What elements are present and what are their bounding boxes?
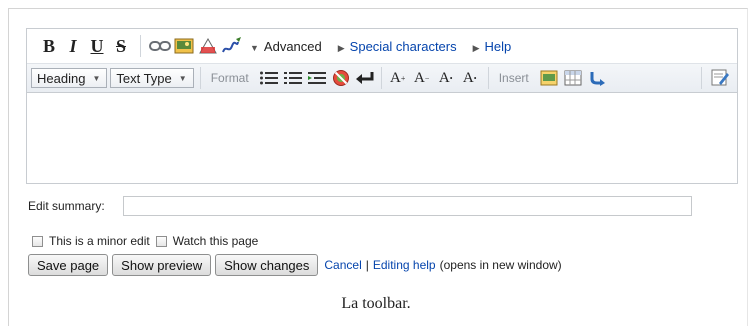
underline-button[interactable]: U: [85, 34, 109, 58]
bulleted-list-icon[interactable]: [258, 67, 280, 89]
show-preview-button[interactable]: Show preview: [112, 254, 212, 276]
toolbar-divider: [380, 67, 382, 89]
big-text-letter: A: [390, 69, 401, 86]
advanced-menu-label: Advanced: [263, 38, 322, 54]
advanced-menu[interactable]: ▼ Advanced: [250, 39, 322, 54]
edit-summary-input[interactable]: [123, 196, 692, 216]
heading-dropdown-label: Heading: [37, 70, 86, 86]
superscript-letter: A: [438, 69, 450, 86]
save-page-button[interactable]: Save page: [28, 254, 109, 276]
signature-icon[interactable]: [221, 35, 243, 57]
toolbar-divider: [701, 67, 702, 89]
text-type-dropdown-label: Text Type: [116, 70, 172, 86]
edit-buttons: Save page Show preview Show changes Canc…: [28, 254, 562, 276]
italic-button[interactable]: I: [61, 34, 85, 58]
search-replace-icon[interactable]: [709, 67, 731, 89]
subscript-letter: A: [462, 69, 474, 86]
link-icon[interactable]: [149, 35, 171, 57]
chevron-down-icon: ▼: [92, 73, 101, 83]
editing-help-link[interactable]: Editing help: [373, 258, 436, 272]
embedded-file-icon[interactable]: [173, 35, 195, 57]
edit-textarea[interactable]: [27, 93, 737, 183]
line-break-icon[interactable]: [354, 67, 376, 89]
format-group-label: Format: [210, 71, 249, 85]
help-menu[interactable]: ▶ Help: [473, 39, 512, 54]
cancel-link[interactable]: Cancel: [324, 258, 361, 272]
bold-button[interactable]: B: [37, 34, 61, 58]
edit-summary-label: Edit summary:: [28, 199, 105, 213]
link-separator: |: [365, 258, 369, 272]
strikethrough-button[interactable]: S: [109, 34, 133, 58]
toolbar-divider: [487, 67, 489, 89]
indent-icon[interactable]: [306, 67, 328, 89]
table-icon[interactable]: [562, 67, 584, 89]
show-changes-button[interactable]: Show changes: [215, 254, 319, 276]
toolbar-main-row: B I U S ▼ Advanced ▶ Special characters …: [27, 29, 737, 63]
triangle-right-icon: ▶: [472, 42, 480, 53]
redirect-icon[interactable]: [586, 67, 608, 89]
text-type-dropdown[interactable]: Text Type ▼: [110, 68, 194, 88]
insert-group-label: Insert: [498, 71, 529, 85]
reference-icon[interactable]: [197, 35, 219, 57]
numbered-list-icon[interactable]: [282, 67, 304, 89]
big-text-icon[interactable]: A +: [387, 67, 409, 89]
subscript-icon[interactable]: A •: [459, 67, 481, 89]
watch-page-label: Watch this page: [172, 234, 259, 248]
help-menu-label: Help: [484, 38, 512, 54]
minor-edit-checkbox[interactable]: [32, 235, 43, 247]
chevron-down-icon: ▼: [178, 73, 187, 83]
gallery-icon[interactable]: [538, 67, 560, 89]
watch-page-checkbox[interactable]: [155, 235, 167, 247]
special-characters-menu[interactable]: ▶ Special characters: [338, 39, 457, 54]
triangle-down-icon: ▼: [250, 42, 259, 53]
new-window-note: (opens in new window): [439, 258, 562, 272]
heading-dropdown[interactable]: Heading ▼: [31, 68, 108, 88]
small-text-icon[interactable]: A −: [411, 67, 433, 89]
triangle-right-icon: ▶: [337, 42, 345, 53]
toolbar-divider: [199, 67, 201, 89]
figure-caption: La toolbar.: [341, 295, 411, 312]
edit-options: This is a minor edit Watch this page: [32, 234, 258, 248]
minor-edit-label: This is a minor edit: [49, 234, 150, 248]
wiki-editor: B I U S ▼ Advanced ▶ Special characters …: [26, 28, 738, 184]
superscript-icon[interactable]: A •: [435, 67, 457, 89]
toolbar-advanced-row: Heading ▼ Text Type ▼ Format A + A − A •…: [27, 63, 737, 93]
special-characters-label: Special characters: [349, 38, 457, 54]
small-text-letter: A: [414, 69, 425, 86]
no-wiki-icon[interactable]: [330, 67, 352, 89]
toolbar-divider: [140, 35, 141, 57]
